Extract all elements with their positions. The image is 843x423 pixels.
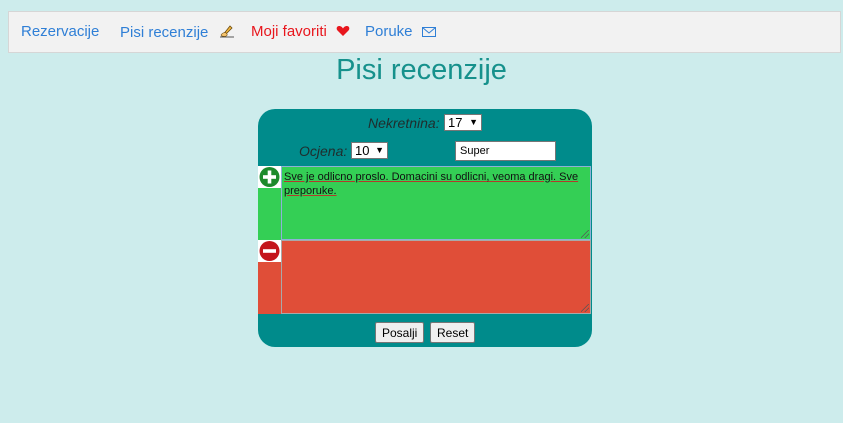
cons-side-column: [258, 240, 281, 314]
pros-textarea[interactable]: Sve je odlicno proslo. Domacini su odlic…: [281, 166, 591, 240]
plus-circle-icon[interactable]: [258, 166, 281, 188]
nav-link-label: Poruke: [365, 23, 413, 40]
minus-circle-icon[interactable]: [258, 240, 281, 262]
nav-link-pisi-recenzije[interactable]: Pisi recenzije: [120, 23, 236, 43]
review-form-panel: Nekretnina: 17 ▼ Ocjena: 10 ▼ Sve je odl…: [258, 109, 592, 347]
chevron-down-icon: ▼: [375, 145, 384, 155]
top-navbar: Rezervacije Pisi recenzije Moji favoriti…: [8, 11, 841, 53]
resize-grip-icon[interactable]: [581, 304, 589, 312]
nav-link-rezervacije[interactable]: Rezervacije: [21, 23, 99, 40]
pros-text: Sve je odlicno proslo. Domacini su odlic…: [284, 171, 579, 197]
writing-hand-icon: [218, 23, 236, 43]
reset-button[interactable]: Reset: [430, 322, 476, 343]
submit-button[interactable]: Posalji: [375, 322, 425, 343]
property-select[interactable]: 17 ▼: [444, 114, 482, 131]
nav-link-label: Pisi recenzije: [120, 23, 209, 41]
page-title: Pisi recenzije: [336, 54, 507, 86]
resize-grip-icon[interactable]: [581, 230, 589, 238]
nav-link-poruke[interactable]: Poruke: [365, 23, 436, 41]
cons-textarea[interactable]: [281, 240, 591, 314]
rating-select-value: 10: [355, 143, 370, 158]
property-label: Nekretnina:: [368, 115, 440, 131]
envelope-icon: [421, 24, 436, 41]
rating-select[interactable]: 10 ▼: [351, 142, 388, 159]
rating-label: Ocjena:: [299, 143, 348, 159]
property-select-value: 17: [448, 115, 463, 130]
nav-link-label: Rezervacije: [21, 23, 100, 40]
nav-link-moji-favoriti[interactable]: Moji favoriti: [251, 23, 350, 41]
pros-side-column: [258, 166, 281, 240]
review-title-input[interactable]: [455, 141, 556, 161]
chevron-down-icon: ▼: [469, 117, 478, 127]
nav-link-label: Moji favoriti: [251, 23, 327, 40]
heart-icon: [336, 24, 350, 41]
